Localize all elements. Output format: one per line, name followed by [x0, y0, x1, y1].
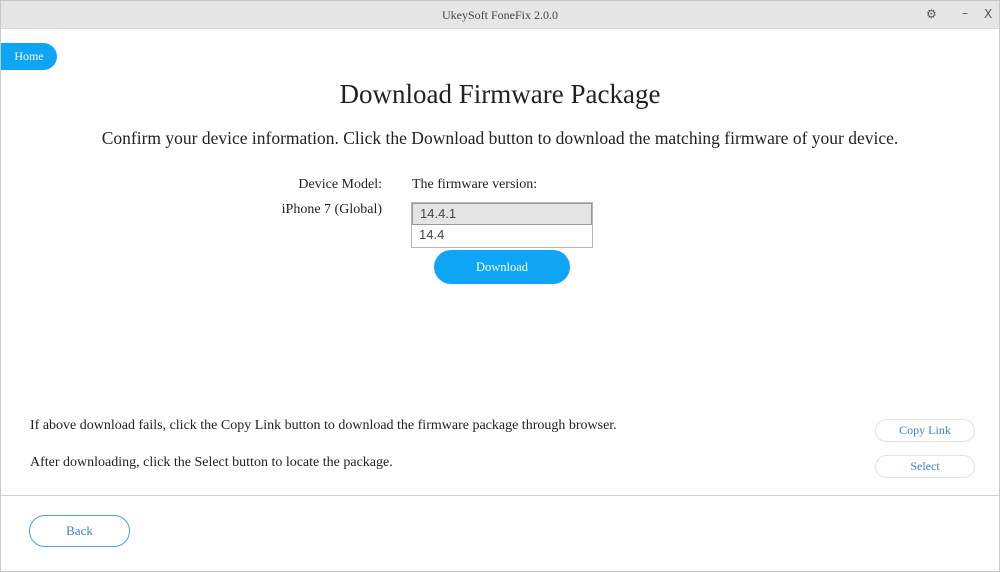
select-hint: After downloading, click the Select butt… — [30, 455, 393, 470]
window-title: UkeySoft FoneFix 2.0.0 — [441, 8, 558, 22]
device-model-label: Device Model: — [298, 177, 382, 192]
firmware-version-label: The firmware version: — [412, 177, 538, 192]
download-button[interactable]: Download — [434, 250, 570, 284]
app-window: UkeySoft FoneFix 2.0.0 ⚙ – X Home Downlo… — [0, 0, 1000, 572]
copy-link-button[interactable]: Copy Link — [875, 419, 975, 442]
title-bar: UkeySoft FoneFix 2.0.0 ⚙ – X — [1, 1, 999, 29]
firmware-version-list[interactable]: 14.4.1 14.4 — [411, 202, 593, 248]
copy-link-hint: If above download fails, click the Copy … — [30, 418, 617, 433]
minimize-icon[interactable]: – — [962, 6, 968, 20]
firmware-version-option[interactable]: 14.4 — [412, 225, 592, 247]
settings-gear-icon[interactable]: ⚙ — [926, 7, 937, 21]
back-button[interactable]: Back — [29, 515, 130, 547]
close-icon[interactable]: X — [984, 7, 992, 21]
footer-divider — [1, 495, 999, 496]
home-button[interactable]: Home — [1, 43, 57, 70]
device-model-value: iPhone 7 (Global) — [281, 202, 382, 217]
page-title: Download Firmware Package — [339, 79, 661, 109]
firmware-version-option[interactable]: 14.4.1 — [412, 203, 592, 225]
page-subtitle: Confirm your device information. Click t… — [101, 128, 899, 148]
select-button[interactable]: Select — [875, 455, 975, 478]
